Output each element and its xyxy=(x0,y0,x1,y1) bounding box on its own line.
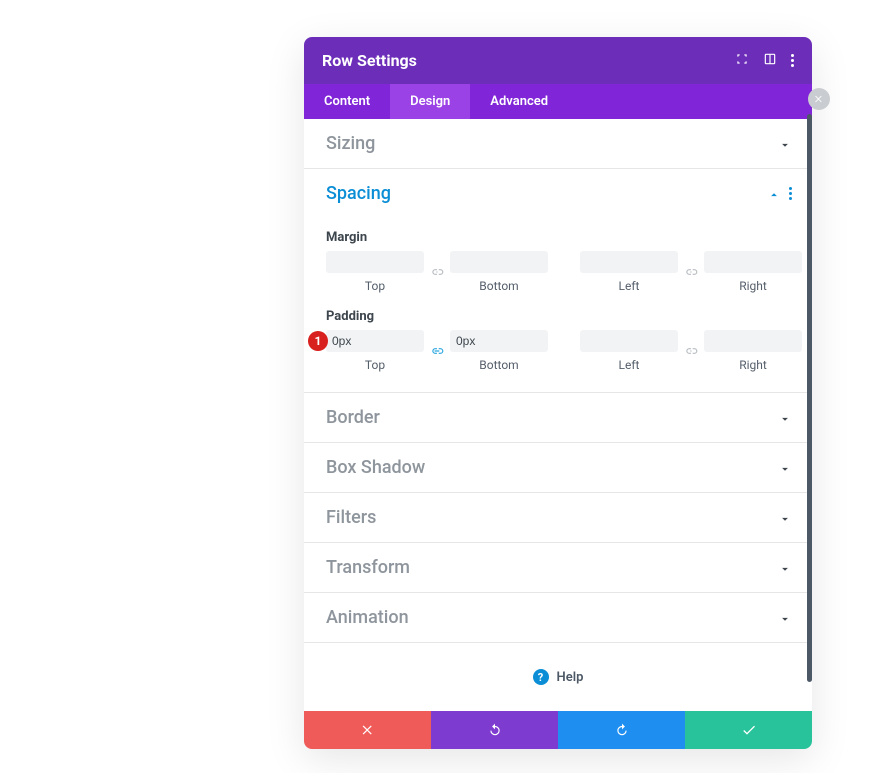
link-icon-active[interactable] xyxy=(428,342,446,360)
tab-bar: Content Design Advanced xyxy=(304,84,812,119)
tab-content[interactable]: Content xyxy=(304,84,390,119)
section-animation[interactable]: Animation xyxy=(304,592,812,642)
label-top: Top xyxy=(326,358,424,372)
chevron-down-icon xyxy=(778,137,792,151)
margin-bottom-input[interactable] xyxy=(450,251,548,273)
row-settings-panel: Row Settings Content Design Advanced Siz… xyxy=(304,37,812,749)
section-title-filters: Filters xyxy=(326,507,376,528)
padding-bottom-input[interactable] xyxy=(450,330,548,352)
step-annotation-1: 1 xyxy=(308,331,328,351)
label-left: Left xyxy=(580,358,678,372)
margin-right-input[interactable] xyxy=(704,251,802,273)
padding-row: 1 Top Bottom xyxy=(326,330,790,372)
help-icon: ? xyxy=(533,669,549,685)
tab-design[interactable]: Design xyxy=(390,84,470,119)
section-title-spacing: Spacing xyxy=(326,183,391,204)
header-icon-group xyxy=(735,51,794,70)
section-transform[interactable]: Transform xyxy=(304,542,812,592)
padding-left-input[interactable] xyxy=(580,330,678,352)
chevron-down-icon xyxy=(778,461,792,475)
section-title-box-shadow: Box Shadow xyxy=(326,457,425,478)
section-title-border: Border xyxy=(326,407,380,428)
label-top: Top xyxy=(326,279,424,293)
section-title-transform: Transform xyxy=(326,557,410,578)
label-bottom: Bottom xyxy=(450,279,548,293)
section-filters[interactable]: Filters xyxy=(304,492,812,542)
panel-footer xyxy=(304,711,812,749)
close-overlay-button[interactable] xyxy=(808,88,830,110)
responsive-icon[interactable] xyxy=(763,51,777,70)
label-left: Left xyxy=(580,279,678,293)
section-sizing[interactable]: Sizing xyxy=(304,119,812,168)
section-border[interactable]: Border xyxy=(304,392,812,442)
panel-body: Sizing Spacing Margin xyxy=(304,119,812,711)
tab-advanced[interactable]: Advanced xyxy=(470,84,568,119)
margin-left-input[interactable] xyxy=(580,251,678,273)
padding-top-input[interactable] xyxy=(326,330,424,352)
panel-header: Row Settings xyxy=(304,37,812,84)
padding-label: Padding xyxy=(326,309,790,324)
link-icon[interactable] xyxy=(682,342,700,360)
link-icon[interactable] xyxy=(428,263,446,281)
label-right: Right xyxy=(704,358,802,372)
chevron-down-icon xyxy=(778,511,792,525)
cancel-button[interactable] xyxy=(304,711,431,749)
section-title-animation: Animation xyxy=(326,607,409,628)
redo-button[interactable] xyxy=(558,711,685,749)
save-button[interactable] xyxy=(685,711,812,749)
padding-group: Padding 1 Top Bottom xyxy=(326,309,790,372)
chevron-down-icon xyxy=(778,611,792,625)
margin-group: Margin Top Bottom xyxy=(326,230,790,293)
link-icon[interactable] xyxy=(682,263,700,281)
scrollbar[interactable] xyxy=(807,114,812,682)
more-icon[interactable] xyxy=(791,54,794,67)
section-title-sizing: Sizing xyxy=(326,133,375,154)
label-right: Right xyxy=(704,279,802,293)
undo-button[interactable] xyxy=(431,711,558,749)
section-spacing[interactable]: Spacing xyxy=(304,168,812,218)
section-box-shadow[interactable]: Box Shadow xyxy=(304,442,812,492)
label-bottom: Bottom xyxy=(450,358,548,372)
panel-title: Row Settings xyxy=(322,51,417,70)
section-more-icon[interactable] xyxy=(789,187,792,200)
crosshair-icon[interactable] xyxy=(735,51,749,70)
help-label: Help xyxy=(557,670,584,685)
margin-row: Top Bottom Left xyxy=(326,251,790,293)
chevron-down-icon xyxy=(778,561,792,575)
margin-top-input[interactable] xyxy=(326,251,424,273)
help-row[interactable]: ? Help xyxy=(304,642,812,711)
padding-right-input[interactable] xyxy=(704,330,802,352)
spacing-body: Margin Top Bottom xyxy=(304,218,812,392)
chevron-down-icon xyxy=(778,411,792,425)
chevron-up-icon xyxy=(767,187,781,201)
margin-label: Margin xyxy=(326,230,790,245)
